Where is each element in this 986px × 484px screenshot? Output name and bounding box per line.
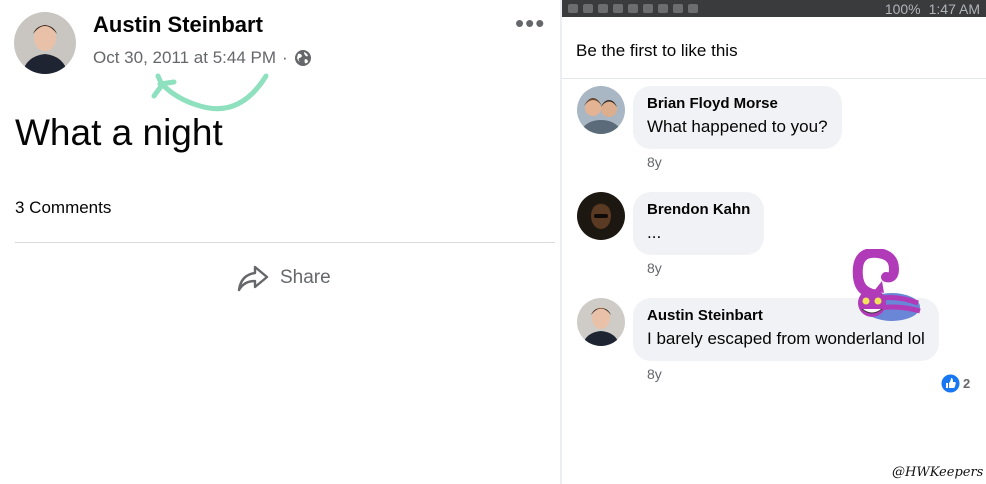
- likes-summary[interactable]: Be the first to like this: [576, 41, 738, 61]
- post-divider: [15, 242, 555, 243]
- calendar-notification-icon: [688, 4, 698, 13]
- post-author-name[interactable]: Austin Steinbart: [93, 12, 263, 38]
- reaction-badge[interactable]: 2: [940, 373, 974, 394]
- comments-sheet: Be the first to like this Brian Floyd Mo…: [562, 17, 986, 484]
- status-bar: 100% 1:47 AM: [562, 0, 986, 17]
- clock: 1:47 AM: [928, 1, 980, 17]
- comment-author[interactable]: Brendon Kahn: [647, 200, 750, 220]
- comment-time: 8y: [647, 260, 662, 276]
- facebook-notification-icon: [598, 4, 608, 13]
- commenter-avatar[interactable]: [577, 192, 625, 240]
- sim-icon: [568, 4, 578, 13]
- post-card: Austin Steinbart Oct 30, 2011 at 5:44 PM…: [0, 0, 560, 484]
- account-notification-icon: [613, 4, 623, 13]
- share-button[interactable]: Share: [236, 263, 331, 293]
- notification-icon: [628, 4, 638, 13]
- thumbs-up-icon: [941, 374, 960, 393]
- comment-time: 8y: [647, 154, 662, 170]
- reaction-count: 2: [963, 376, 971, 391]
- cheshire-cat-sticker: [852, 249, 921, 321]
- comment-author[interactable]: Brian Floyd Morse: [647, 94, 828, 114]
- avatar-portrait: [577, 298, 625, 346]
- message-icon: [583, 4, 593, 13]
- post-meta: Oct 30, 2011 at 5:44 PM ·: [93, 48, 312, 68]
- comment-time: 8y: [647, 366, 662, 382]
- status-readout: 100% 1:47 AM: [885, 1, 980, 17]
- comment-text: ...: [647, 223, 662, 242]
- settings-notification-icon: [643, 4, 653, 13]
- post-timestamp[interactable]: Oct 30, 2011 at 5:44 PM: [93, 48, 276, 68]
- sheet-divider: [562, 78, 986, 79]
- avatar-couple-photo: [577, 86, 625, 134]
- globe-icon: [294, 50, 311, 66]
- comment-bubble[interactable]: Brendon Kahn ...: [633, 192, 765, 255]
- avatar-portrait: [14, 12, 76, 74]
- watermark-signature: @HWKeepers: [892, 465, 984, 480]
- twitter-notification-icon: [673, 4, 683, 13]
- comment-text: What happened to you?: [647, 117, 828, 136]
- commenter-avatar[interactable]: [577, 86, 625, 134]
- meta-separator: ·: [282, 48, 288, 67]
- comment-text: I barely escaped from wonderland lol: [647, 329, 925, 348]
- post-body-text: What a night: [15, 112, 223, 153]
- avatar-dark-photo: [577, 192, 625, 240]
- commenter-avatar[interactable]: [577, 298, 625, 346]
- gallery-notification-icon: [658, 4, 668, 13]
- comment-count[interactable]: 3 Comments: [15, 198, 111, 218]
- share-label: Share: [280, 267, 331, 288]
- comments-panel: 100% 1:47 AM Be the first to like this B…: [562, 0, 986, 484]
- comment-bubble[interactable]: Brian Floyd Morse What happened to you?: [633, 86, 842, 149]
- share-arrow-icon: [237, 265, 269, 292]
- battery-level: 100%: [884, 1, 921, 17]
- author-avatar[interactable]: [14, 12, 76, 74]
- more-options-button[interactable]: •••: [515, 8, 545, 39]
